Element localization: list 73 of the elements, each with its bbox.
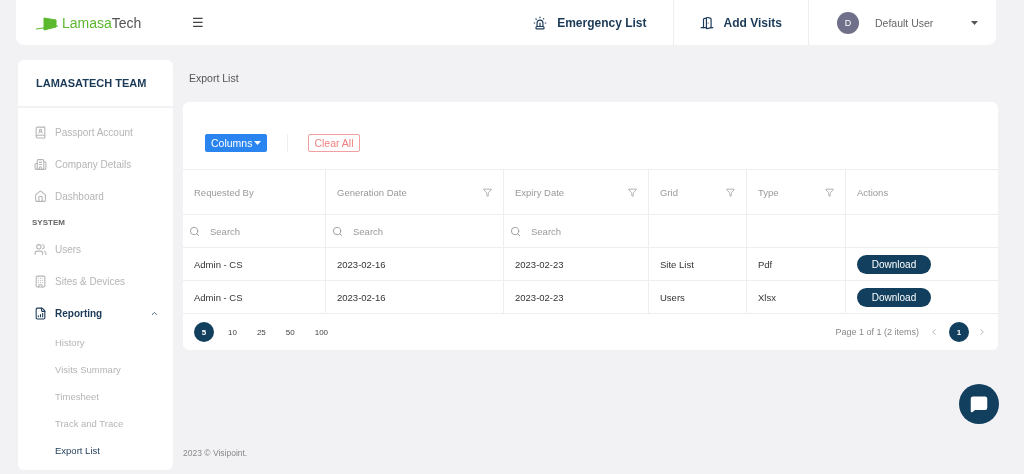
page-size-option[interactable]: 50 — [279, 322, 301, 342]
table-cell: Xlsx — [747, 281, 846, 314]
footer-text: 2023 © Visipoint. — [183, 448, 249, 460]
next-page-icon[interactable] — [977, 327, 987, 337]
header-link[interactable]: Add Visits — [673, 8, 808, 37]
columns-button[interactable]: Columns — [205, 133, 268, 152]
avatar: D — [837, 11, 859, 34]
building-icon — [34, 157, 47, 171]
filter-icon[interactable] — [726, 187, 735, 197]
sidebar-item[interactable]: Company Details — [18, 148, 173, 180]
table-cell: Site List — [649, 248, 747, 281]
passport-icon — [34, 125, 47, 139]
report-icon — [34, 306, 47, 320]
search-icon — [510, 225, 521, 237]
table-cell: 2023-02-23 — [504, 248, 649, 281]
submenu-item[interactable]: Track and Trace — [18, 410, 173, 437]
table-cell: 2023-02-16 — [326, 281, 504, 314]
building-icon — [34, 274, 47, 288]
home-icon — [34, 189, 47, 203]
submenu-item[interactable]: History — [18, 329, 173, 356]
caret-icon — [254, 140, 262, 145]
logo[interactable]: LamasaTech — [34, 14, 192, 31]
table-cell: Admin - CS — [183, 248, 326, 281]
user-name: Default User — [875, 16, 935, 29]
column-header[interactable]: Grid — [649, 170, 747, 215]
previous-page-icon[interactable] — [929, 327, 939, 337]
page-info: Page 1 of 1 (2 items) — [835, 327, 919, 337]
table-cell: 2023-02-16 — [326, 248, 504, 281]
sidebar-item[interactable]: Dashboard — [18, 180, 173, 212]
column-header[interactable]: Generation Date — [326, 170, 504, 215]
logo-text: Tech — [111, 14, 142, 31]
logo-text: Lamasa — [62, 14, 112, 31]
search-icon — [332, 225, 343, 237]
chat-button[interactable] — [959, 384, 999, 424]
download-button[interactable]: Download — [857, 287, 931, 307]
section-label: SYSTEM — [31, 217, 66, 229]
column-header[interactable]: Actions — [846, 170, 998, 215]
column-header[interactable]: Expiry Date — [504, 170, 649, 215]
clear-all-button[interactable]: Clear All — [308, 133, 360, 152]
filter-icon[interactable] — [483, 187, 492, 197]
user-menu[interactable]: D Default User — [809, 0, 978, 45]
page-size-option[interactable]: 5 — [194, 322, 214, 342]
page-size-option[interactable]: 25 — [250, 322, 272, 342]
submenu-item[interactable]: Export List — [18, 437, 173, 464]
submenu-item[interactable]: Timesheet — [18, 383, 173, 410]
page-size-option[interactable]: 10 — [222, 322, 243, 342]
header-link[interactable]: Emergency List — [507, 8, 673, 37]
breadcrumb: Export List — [188, 71, 240, 86]
sidebar-item[interactable]: Sites & Devices — [18, 265, 173, 297]
page-size-option[interactable]: 100 — [308, 322, 335, 342]
logo-mark-icon — [34, 14, 60, 31]
sidebar-title: LAMASATECH TEAM — [18, 60, 173, 108]
column-header[interactable]: Requested By — [183, 170, 326, 215]
sidebar-item[interactable]: Reporting — [18, 297, 173, 329]
search-icon — [189, 225, 200, 237]
filter-icon[interactable] — [628, 187, 637, 197]
door-icon — [699, 15, 714, 30]
table-cell: Users — [649, 281, 747, 314]
column-header[interactable]: Type — [747, 170, 846, 215]
caret-icon — [971, 20, 978, 25]
menu-button[interactable]: ☰ — [192, 15, 204, 30]
table-cell: Pdf — [747, 248, 846, 281]
table-cell: Admin - CS — [183, 281, 326, 314]
page-number[interactable]: 1 — [949, 322, 969, 342]
filter-icon[interactable] — [825, 187, 834, 197]
table-cell: 2023-02-23 — [504, 281, 649, 314]
siren-icon — [533, 15, 548, 30]
submenu-item[interactable]: Visits Summary — [18, 356, 173, 383]
sidebar-item[interactable]: Users — [18, 233, 173, 265]
sidebar-item[interactable]: Passport Account — [18, 116, 173, 148]
download-button[interactable]: Download — [857, 254, 931, 274]
users-icon — [34, 242, 47, 256]
chat-icon — [970, 395, 988, 413]
